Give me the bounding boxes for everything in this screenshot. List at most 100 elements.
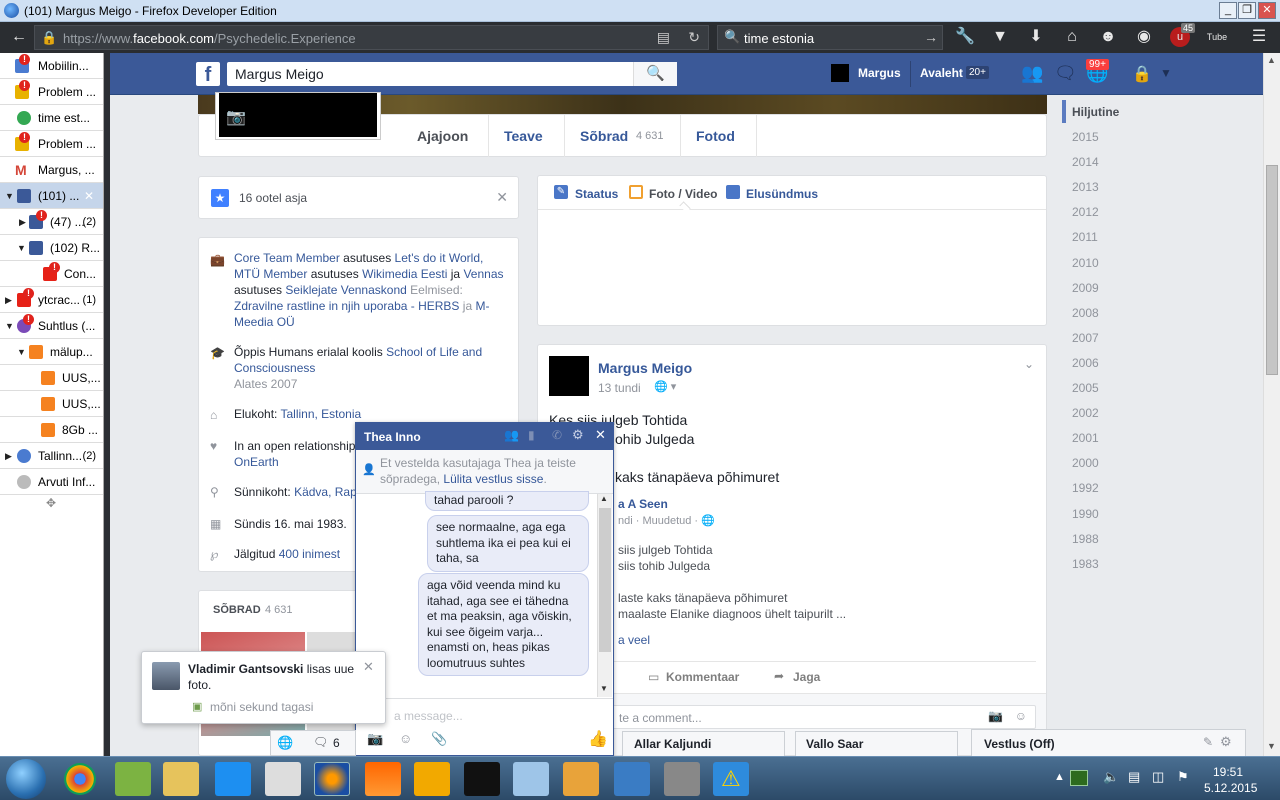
download-icon[interactable]: ⬇ — [1025, 26, 1047, 48]
network-app-icon[interactable] — [115, 762, 151, 796]
status-tab[interactable]: Staatus — [575, 187, 618, 201]
firefox-icon[interactable] — [314, 762, 350, 796]
privacy-shortcuts-icon[interactable]: 🔒 — [1132, 64, 1152, 84]
city-link[interactable]: Tallinn, Estonia — [280, 407, 361, 421]
tab-about[interactable]: Teave — [489, 115, 565, 157]
chat-tab[interactable]: Vallo Saar — [795, 731, 958, 756]
emoji-icon[interactable]: ☺ — [399, 731, 412, 746]
globe-addon-icon[interactable]: ◉ — [1133, 26, 1155, 48]
pending-items-label[interactable]: 16 ootel asja — [239, 191, 307, 205]
timeline-year[interactable]: 1992 — [1072, 481, 1099, 495]
avatar[interactable] — [831, 64, 849, 82]
sidebar-tab-active[interactable]: ▼ (101) ... ✕ — [0, 183, 103, 209]
avatar[interactable] — [549, 356, 589, 396]
share-button[interactable]: Jaga — [793, 670, 820, 684]
phone-icon[interactable]: ✆ — [552, 428, 562, 442]
profile-picture-frame[interactable]: 📷 — [215, 92, 381, 140]
url-bar[interactable]: 🔒 https://www.facebook.com/Psychedelic.E… — [34, 25, 709, 50]
facebook-search-input[interactable]: Margus Meigo 🔍 — [227, 62, 677, 86]
chat-message-input[interactable]: a message... — [394, 709, 463, 723]
terminal-icon[interactable] — [464, 762, 500, 796]
messages-icon[interactable]: 🗨 — [1054, 63, 1077, 84]
clock-time[interactable]: 19:51 — [1213, 765, 1243, 779]
notepad-icon[interactable] — [513, 762, 549, 796]
start-button[interactable] — [6, 759, 46, 799]
show-hidden-icons-icon[interactable]: ▲ — [1054, 771, 1065, 783]
search-icon[interactable]: 🔍 — [633, 62, 677, 86]
timeline-year[interactable]: 2009 — [1072, 281, 1099, 295]
timeline-year[interactable]: 2014 — [1072, 155, 1099, 169]
maximize-button[interactable]: ❐ — [1238, 2, 1256, 19]
birthplace-link[interactable]: Kädva, Rap — [294, 485, 357, 499]
sidebar-tab[interactable]: ! Con... — [0, 261, 103, 287]
chat-tab[interactable]: Allar Kaljundi — [622, 731, 785, 756]
chrome-icon[interactable] — [64, 763, 96, 795]
sidebar-tab[interactable]: ! Problem ... — [0, 79, 103, 105]
work-link[interactable]: Wikimedia Eesti — [362, 267, 447, 281]
post-time[interactable]: 13 tundi — [598, 381, 641, 395]
scroll-thumb[interactable] — [1266, 165, 1278, 375]
profile-link[interactable]: Margus — [858, 66, 901, 80]
chat-dock-mini[interactable]: 🌐 🗨 6 — [270, 730, 356, 756]
comment-button[interactable]: Kommentaar — [666, 670, 739, 684]
timeline-year[interactable]: 2006 — [1072, 356, 1099, 370]
work-link[interactable]: Seiklejate Vennaskond — [285, 283, 406, 297]
pending-items-card[interactable]: ★ 16 ootel asja ✕ — [198, 176, 519, 219]
new-tab-icon[interactable]: ✥ — [46, 496, 56, 510]
timeline-year[interactable]: 1983 — [1072, 557, 1099, 571]
hello-icon[interactable]: ☻ — [1097, 26, 1119, 48]
sidebar-splitter[interactable] — [104, 53, 110, 756]
timeline-year[interactable]: 2001 — [1072, 431, 1099, 445]
timeline-year[interactable]: 2015 — [1072, 130, 1099, 144]
timeline-year[interactable]: 2008 — [1072, 306, 1099, 320]
timeline-recent[interactable]: Hiljutine — [1072, 105, 1119, 119]
timeline-year[interactable]: 1990 — [1072, 507, 1099, 521]
add-friend-icon[interactable]: 👥 — [504, 428, 519, 442]
followers-link[interactable]: 400 inimest — [279, 547, 340, 561]
minimize-button[interactable]: _ — [1219, 2, 1237, 19]
sidebar-tab[interactable]: ▶! ytcrac... (1) — [0, 287, 103, 313]
page-scrollbar[interactable]: ▲ ▼ — [1263, 53, 1280, 756]
close-icon[interactable]: ✕ — [595, 427, 606, 443]
sidebar-tab[interactable]: ▶! (47) ... (2) — [0, 209, 103, 235]
sidebar-tab[interactable]: ▼ mälup... — [0, 339, 103, 365]
warning-app-icon[interactable]: ⚠ — [713, 762, 749, 796]
home-icon[interactable]: ⌂ — [1061, 26, 1083, 48]
timeline-year[interactable]: 2002 — [1072, 406, 1099, 420]
home-link[interactable]: Avaleht — [920, 66, 963, 80]
work-link[interactable]: Vennas — [463, 267, 503, 281]
attachment-icon[interactable]: 📎 — [431, 731, 447, 747]
scroll-up-arrow-icon[interactable]: ▲ — [1267, 55, 1276, 65]
volume-icon[interactable]: 🔈 — [1103, 769, 1119, 785]
timeline-year[interactable]: 1988 — [1072, 532, 1099, 546]
microphone-icon[interactable] — [664, 762, 700, 796]
action-center-icon[interactable]: ⚑ — [1177, 769, 1189, 785]
timeline-year[interactable]: 2000 — [1072, 456, 1099, 470]
sidebar-tab[interactable]: ▶ Tallinn... (2) — [0, 443, 103, 469]
timeline-year[interactable]: 2013 — [1072, 180, 1099, 194]
friends-header[interactable]: SÕBRAD — [213, 604, 261, 616]
see-more-link[interactable]: a veel — [618, 633, 650, 647]
back-arrow-icon[interactable]: ← — [8, 26, 30, 48]
timeline-year[interactable]: 2012 — [1072, 205, 1099, 219]
gear-icon[interactable]: ⚙ — [1220, 734, 1232, 750]
sidebar-tab[interactable]: 8Gb ... — [0, 417, 103, 443]
reload-icon[interactable]: ↻ — [688, 29, 700, 46]
chat-scrollbar[interactable]: ▲ ▼ — [597, 494, 612, 697]
relationship-link[interactable]: OnEarth — [234, 455, 279, 469]
search-bar[interactable]: 🔍 time estonia → — [717, 25, 943, 50]
search-app-icon[interactable] — [563, 762, 599, 796]
timeline-year[interactable]: 2005 — [1072, 381, 1099, 395]
tab-close-icon[interactable]: ✕ — [84, 183, 94, 208]
url-text[interactable]: https://www.facebook.com/Psychedelic.Exp… — [63, 31, 356, 46]
battery-icon[interactable]: ◫ — [1152, 769, 1164, 785]
chat-sidebar-toggle[interactable]: Vestlus (Off) ✎ ⚙ — [971, 729, 1246, 756]
search-go-arrow-icon[interactable]: → — [924, 29, 938, 45]
signal-icon[interactable]: ▤ — [1128, 769, 1140, 785]
reader-view-icon[interactable]: ▤ — [657, 29, 670, 46]
timeline-year[interactable]: 2010 — [1072, 256, 1099, 270]
life-event-tab[interactable]: Elusündmus — [746, 187, 818, 201]
audacity-icon[interactable] — [414, 762, 450, 796]
new-message-icon[interactable]: ✎ — [1203, 735, 1213, 749]
tab-friends[interactable]: Sõbrad 4 631 — [565, 115, 681, 157]
